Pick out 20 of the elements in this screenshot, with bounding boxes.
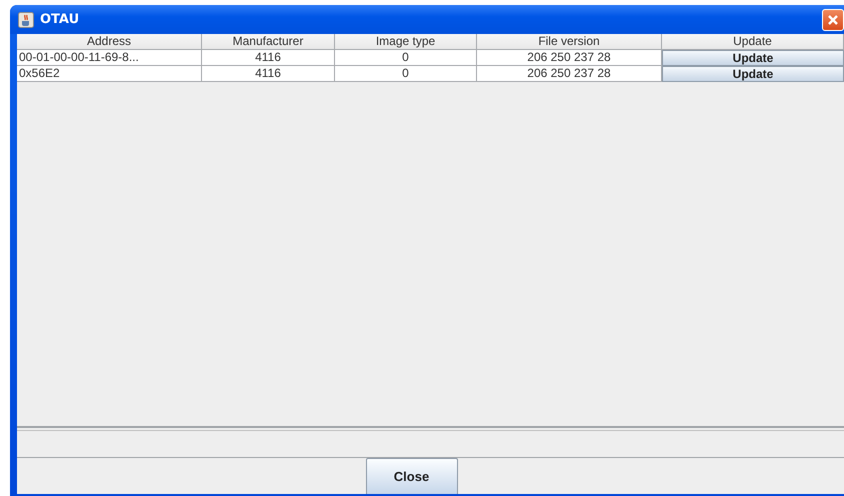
column-header[interactable]: Image type [335, 34, 477, 50]
cup-icon [18, 12, 34, 28]
close-icon [827, 14, 839, 26]
table-cell: 00-01-00-00-11-69-8... [17, 50, 202, 66]
column-header[interactable]: Update [662, 34, 844, 50]
table-cell: 4116 [202, 66, 335, 82]
table-cell: 0x56E2 [17, 66, 202, 82]
table-cell: 0 [335, 66, 477, 82]
table-cell: 206 250 237 28 [477, 50, 662, 66]
column-header[interactable]: Address [17, 34, 202, 50]
column-header[interactable]: Manufacturer [202, 34, 335, 50]
update-button[interactable]: Update [662, 66, 844, 82]
table-cell: 0 [335, 50, 477, 66]
column-header[interactable]: File version [477, 34, 662, 50]
close-button[interactable] [822, 8, 844, 30]
table-cell: 206 250 237 28 [477, 66, 662, 82]
update-button[interactable]: Update [662, 50, 844, 66]
table-cell: 4116 [202, 50, 335, 66]
close-button[interactable]: Close [366, 458, 458, 494]
window-title: OTAU [40, 12, 80, 27]
